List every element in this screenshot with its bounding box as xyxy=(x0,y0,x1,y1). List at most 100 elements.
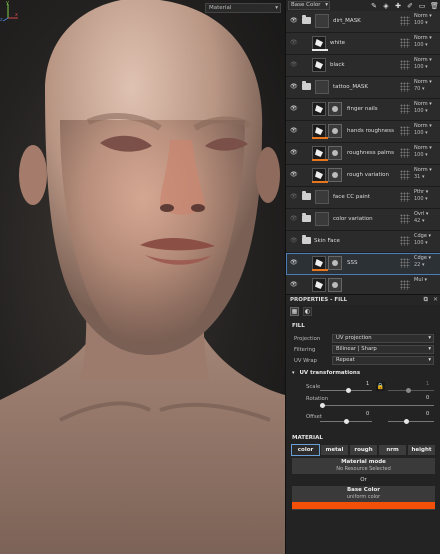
fill-layer-thumbnail[interactable] xyxy=(312,256,326,270)
fill-layer-thumbnail[interactable] xyxy=(312,36,326,50)
blend-mode-select[interactable]: Base Color ▾ xyxy=(288,1,330,10)
layer-opacity[interactable]: 31 ▾ xyxy=(414,174,439,181)
visibility-eye-icon[interactable]: 👁 xyxy=(290,84,298,90)
delete-layer-icon[interactable]: 🗑 xyxy=(430,2,439,10)
visibility-eye-icon[interactable]: 👁 xyxy=(290,128,298,134)
channel-nrm-button[interactable]: nrm xyxy=(379,445,406,455)
folder-icon[interactable] xyxy=(302,191,311,200)
layer-opacity[interactable]: 100 ▾ xyxy=(414,152,439,159)
channel-height-button[interactable]: height xyxy=(408,445,435,455)
group-mask-thumbnail[interactable] xyxy=(315,80,329,94)
fill-layer-thumbnail[interactable] xyxy=(312,168,326,182)
layer-name[interactable]: color variation xyxy=(333,216,373,222)
folder-icon[interactable] xyxy=(302,213,311,222)
layer-row[interactable]: 👁 Mul ▾ xyxy=(286,275,440,294)
rotation-slider-track[interactable] xyxy=(320,405,434,406)
base-color-button[interactable]: Base Color uniform color xyxy=(292,486,435,510)
layer-row[interactable]: 👁 rough variation Norm ▾ 31 ▾ xyxy=(286,165,440,187)
group-mask-thumbnail[interactable] xyxy=(315,212,329,226)
layer-row[interactable]: 👁 finger nails Norm ▾ 100 ▾ xyxy=(286,99,440,121)
tab-material-properties[interactable]: ◐ xyxy=(303,307,312,316)
layer-mask-thumbnail[interactable] xyxy=(328,124,342,138)
layer-blend-control[interactable]: Norm ▾ 31 ▾ xyxy=(414,167,439,181)
group-mask-thumbnail[interactable] xyxy=(315,190,329,204)
layer-row[interactable]: 👁 black Norm ▾ 100 ▾ xyxy=(286,55,440,77)
visibility-eye-icon[interactable]: 👁 xyxy=(290,150,298,156)
layer-blend-mode[interactable]: Norm ▾ xyxy=(414,145,439,152)
layer-mask-thumbnail[interactable] xyxy=(328,102,342,116)
drag-handle-icon[interactable] xyxy=(400,60,410,70)
layer-blend-control[interactable]: Mul ▾ xyxy=(414,277,439,284)
folder-icon[interactable] xyxy=(302,81,311,90)
rotation-slider-knob[interactable] xyxy=(320,403,325,408)
layer-opacity[interactable]: 100 ▾ xyxy=(414,42,439,49)
drag-handle-icon[interactable] xyxy=(400,82,410,92)
visibility-eye-icon[interactable]: 👁 xyxy=(290,260,298,266)
drag-handle-icon[interactable] xyxy=(400,104,410,114)
layer-name[interactable]: dirt_MASK xyxy=(333,18,361,24)
channel-metal-button[interactable]: metal xyxy=(321,445,348,455)
layer-blend-mode[interactable]: Pthr ▾ xyxy=(414,189,439,196)
layer-opacity[interactable]: 22 ▾ xyxy=(414,262,439,269)
layer-name[interactable]: black xyxy=(330,62,345,68)
add-fill-layer-icon[interactable]: ◈ xyxy=(382,2,390,10)
fill-layer-thumbnail[interactable] xyxy=(312,146,326,160)
drag-handle-icon[interactable] xyxy=(400,148,410,158)
layer-name[interactable]: SSS xyxy=(347,260,357,266)
layer-mask-thumbnail[interactable] xyxy=(328,146,342,160)
layer-opacity[interactable]: 70 ▾ xyxy=(414,86,439,93)
layer-blend-control[interactable]: Ovrl ▾ 42 ▾ xyxy=(414,211,439,225)
drag-handle-icon[interactable] xyxy=(400,38,410,48)
layer-blend-control[interactable]: Norm ▾ 100 ▾ xyxy=(414,13,439,27)
scale-slider-a-knob[interactable] xyxy=(346,388,351,393)
layer-name[interactable]: finger nails xyxy=(347,106,378,112)
layer-name[interactable]: rough variation xyxy=(347,172,389,178)
drag-handle-icon[interactable] xyxy=(400,170,410,180)
layer-blend-mode[interactable]: Ovrl ▾ xyxy=(414,211,439,218)
layer-mask-thumbnail[interactable] xyxy=(328,168,342,182)
layer-blend-control[interactable]: Norm ▾ 100 ▾ xyxy=(414,101,439,115)
layer-blend-mode[interactable]: Norm ▾ xyxy=(414,101,439,108)
fill-layer-thumbnail[interactable] xyxy=(312,124,326,138)
offset-slider-a-knob[interactable] xyxy=(344,419,349,424)
drag-handle-icon[interactable] xyxy=(400,126,410,136)
close-icon[interactable]: ✕ xyxy=(433,296,438,304)
material-mode-button[interactable]: Material mode No Resource Selected xyxy=(292,458,435,474)
visibility-eye-icon[interactable]: 👁 xyxy=(290,172,298,178)
layer-name[interactable]: roughness palms xyxy=(347,150,394,156)
tab-fill-properties[interactable]: ▦ xyxy=(290,307,299,316)
layer-blend-mode[interactable]: Norm ▾ xyxy=(414,167,439,174)
add-mask-icon[interactable]: ✐ xyxy=(406,2,414,10)
offset-slider-b-knob[interactable] xyxy=(404,419,409,424)
uv-transformations-toggle[interactable]: ▾ UV transformations xyxy=(292,370,435,376)
add-effect-icon[interactable]: ✚ xyxy=(394,2,402,10)
drag-handle-icon[interactable] xyxy=(400,280,410,290)
layer-blend-mode[interactable]: Cdge ▾ xyxy=(414,233,439,240)
layer-blend-mode[interactable]: Norm ▾ xyxy=(414,123,439,130)
offset-slider-b-track[interactable] xyxy=(388,421,434,422)
layer-blend-control[interactable]: Norm ▾ 100 ▾ xyxy=(414,35,439,49)
layer-blend-mode[interactable]: Mul ▾ xyxy=(414,277,439,284)
layer-name[interactable]: Skin Face xyxy=(314,238,340,244)
layer-row[interactable]: 👁 hands roughness Norm ▾ 100 ▾ xyxy=(286,121,440,143)
layer-row[interactable]: 👁 white Norm ▾ 100 ▾ xyxy=(286,33,440,55)
channel-rough-button[interactable]: rough xyxy=(350,445,377,455)
layer-name[interactable]: tattoo_MASK xyxy=(333,84,368,90)
layer-opacity[interactable]: 100 ▾ xyxy=(414,108,439,115)
layer-blend-control[interactable]: Norm ▾ 100 ▾ xyxy=(414,57,439,71)
visibility-eye-icon[interactable]: 👁 xyxy=(290,282,298,288)
layer-blend-control[interactable]: Cdge ▾ 100 ▾ xyxy=(414,233,439,247)
visibility-eye-icon[interactable]: 👁 xyxy=(290,40,298,46)
layer-blend-mode[interactable]: Norm ▾ xyxy=(414,13,439,20)
layer-mask-thumbnail[interactable] xyxy=(328,278,342,292)
drag-handle-icon[interactable] xyxy=(400,236,410,246)
layer-opacity[interactable]: 100 ▾ xyxy=(414,196,439,203)
layer-blend-mode[interactable]: Cdge ▾ xyxy=(414,255,439,262)
layer-name[interactable]: white xyxy=(330,40,345,46)
visibility-eye-icon[interactable]: 👁 xyxy=(290,238,298,244)
layer-blend-mode[interactable]: Norm ▾ xyxy=(414,79,439,86)
3d-viewport[interactable]: Material ▾ y x z xyxy=(0,0,285,554)
layer-opacity[interactable]: 100 ▾ xyxy=(414,64,439,71)
fill-layer-thumbnail[interactable] xyxy=(312,102,326,116)
drag-handle-icon[interactable] xyxy=(400,16,410,26)
